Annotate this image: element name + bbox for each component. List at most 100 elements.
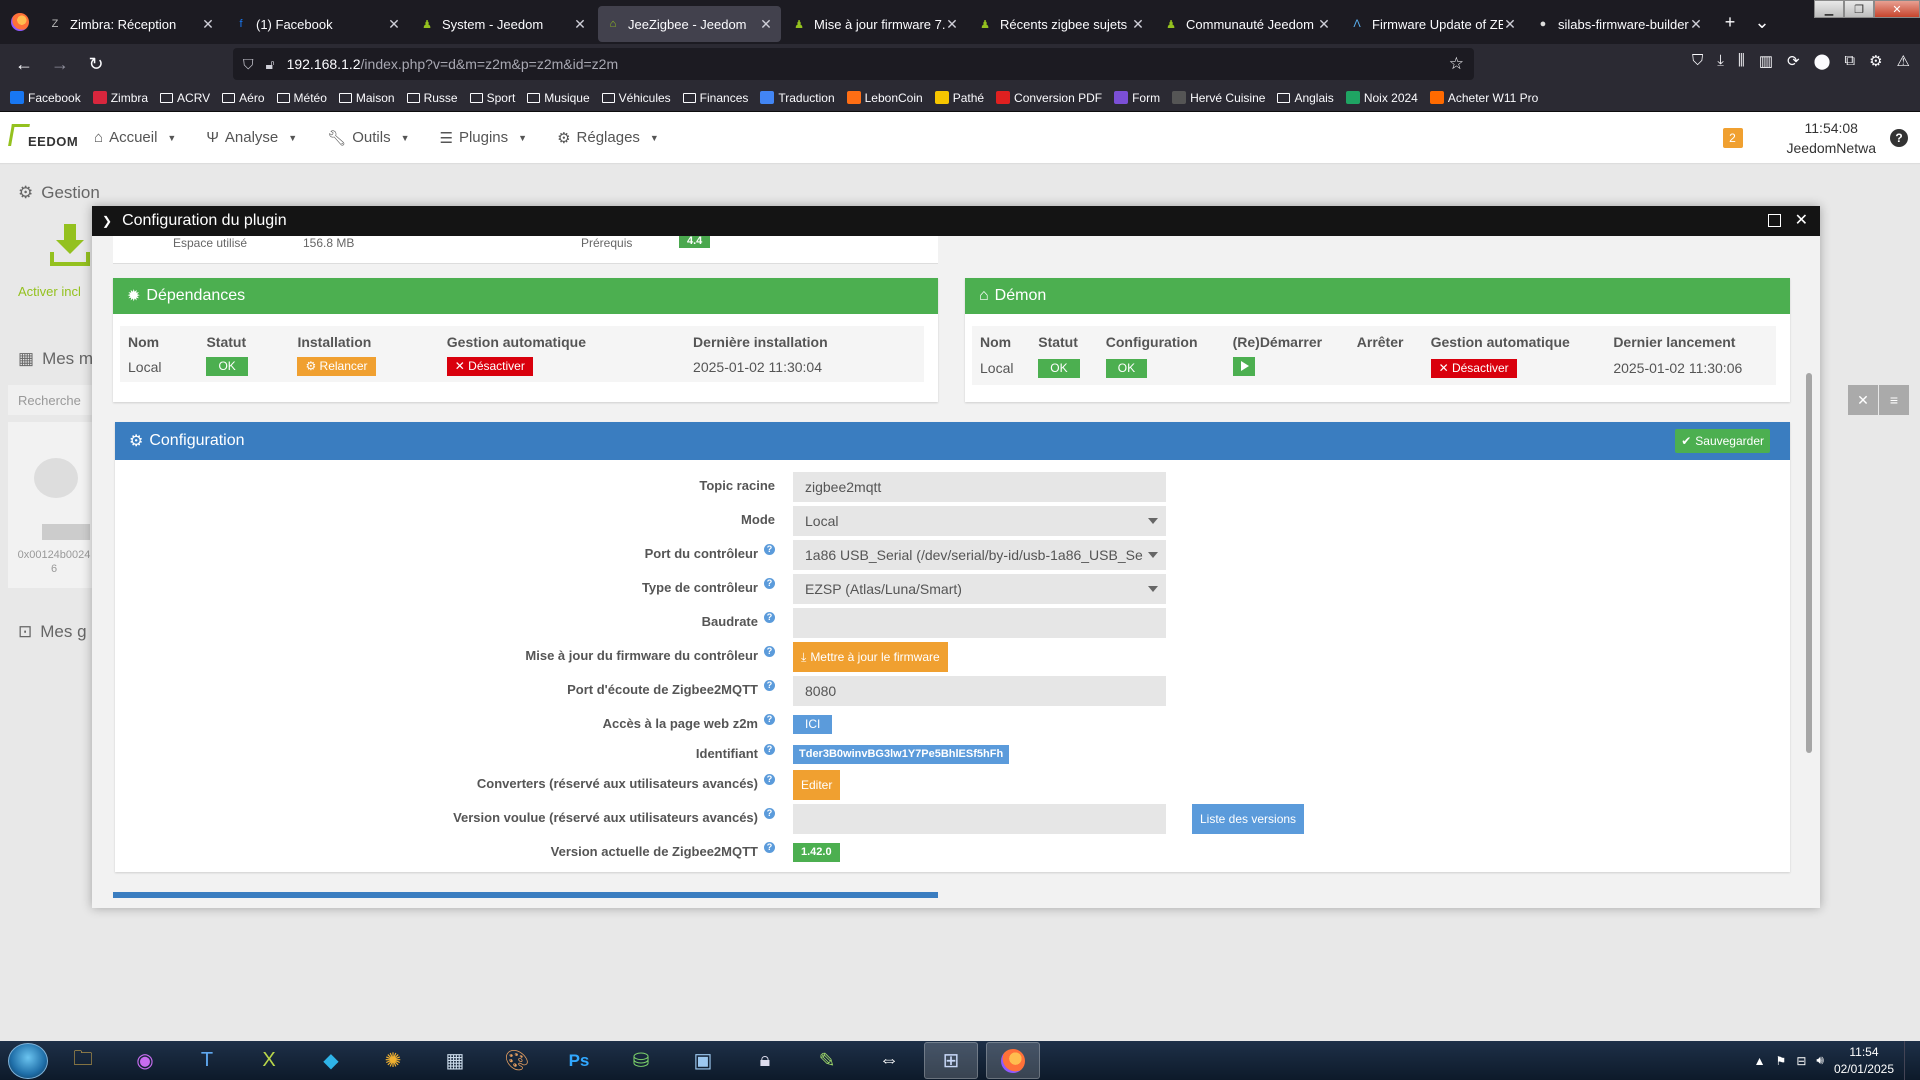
bookmark-1[interactable]: Zimbra <box>92 91 148 105</box>
downloads-icon[interactable]: ⤓ <box>1717 52 1724 70</box>
bookmark-19[interactable]: Acheter W11 Pro <box>1429 91 1538 105</box>
download-icon[interactable] <box>50 222 90 266</box>
close-tab-icon[interactable]: ✕ <box>1131 16 1145 33</box>
relancer-button[interactable]: ⚙ Relancer <box>297 357 376 376</box>
port-select[interactable]: 1a86 USB_Serial (/dev/serial/by-id/usb-1… <box>793 540 1166 570</box>
shield-icon[interactable]: ⛉ <box>243 56 254 73</box>
menu-reglages[interactable]: ⚙ Réglages ▼ <box>557 129 659 147</box>
close-tab-icon[interactable]: ✕ <box>201 16 215 33</box>
bookmark-0[interactable]: Facebook <box>10 91 81 105</box>
show-desktop-button[interactable] <box>1904 1041 1914 1080</box>
bookmark-10[interactable]: Finances <box>682 91 748 105</box>
tab-7[interactable]: Λ Firmware Update of ZB ✕ <box>1342 6 1525 42</box>
help-icon[interactable]: ? <box>764 578 775 589</box>
maximize-icon[interactable] <box>1767 214 1781 227</box>
extension-badge-icon[interactable]: ⬤ <box>1814 52 1831 70</box>
bookmark-star-icon[interactable]: ☆ <box>1449 54 1464 74</box>
baudrate-input[interactable] <box>793 608 1166 638</box>
bookmark-5[interactable]: Maison <box>338 91 395 105</box>
bookmark-7[interactable]: Sport <box>469 91 515 105</box>
maximize-button[interactable]: ❐ <box>1844 0 1874 18</box>
tab-3[interactable]: ⌂ JeeZigbee - Jeedom ✕ <box>598 6 781 42</box>
network-share-icon[interactable]: ⊞ <box>924 1042 978 1079</box>
menu-plugins[interactable]: ☰ Plugins ▼ <box>440 129 528 147</box>
close-tab-icon[interactable]: ✕ <box>1317 16 1331 33</box>
extensions-icon[interactable]: ⧉ <box>1844 52 1855 70</box>
user-name[interactable]: JeedomNetwa <box>1787 138 1877 158</box>
update-firmware-button[interactable]: ⤓ Mettre à jour le firmware <box>793 642 948 672</box>
new-tab-button[interactable]: + <box>1714 4 1746 40</box>
bookmark-16[interactable]: Hervé Cuisine <box>1172 91 1265 105</box>
firefox-taskbar-icon[interactable] <box>986 1042 1040 1079</box>
sidebar-icon[interactable]: ▥ <box>1759 52 1773 70</box>
tab-2[interactable]: ♟ System - Jeedom ✕ <box>412 6 595 42</box>
close-tab-icon[interactable]: ✕ <box>759 16 773 33</box>
remote-desktop-icon[interactable]: ▣ <box>676 1042 730 1079</box>
mask-app-icon[interactable]: ◉ <box>118 1042 172 1079</box>
help-icon[interactable]: ? <box>764 680 775 691</box>
tab-6[interactable]: ♟ Communauté Jeedom - C✕ <box>1156 6 1339 42</box>
help-icon[interactable]: ? <box>764 808 775 819</box>
close-tab-icon[interactable]: ✕ <box>387 16 401 33</box>
start-button[interactable] <box>8 1042 48 1079</box>
close-icon[interactable]: ✕ <box>1848 385 1878 415</box>
tab-0[interactable]: Z Zimbra: Réception ✕ <box>40 6 223 42</box>
tab-5[interactable]: ♟ Récents zigbee sujets - J ✕ <box>970 6 1153 42</box>
teamviewer-icon[interactable]: ⇔ <box>862 1042 916 1079</box>
bookmark-9[interactable]: Véhicules <box>601 91 671 105</box>
network-icon[interactable]: ⊟ <box>1796 1054 1806 1068</box>
reload-button[interactable]: ↻ <box>78 48 114 80</box>
back-button[interactable]: ← <box>6 48 42 80</box>
pocket-icon[interactable]: ⛉ <box>1692 52 1703 70</box>
notification-badge[interactable]: 2 <box>1722 128 1743 148</box>
bookmark-8[interactable]: Musique <box>527 91 590 105</box>
close-window-button[interactable]: ✕ <box>1874 0 1920 18</box>
bars-icon[interactable]: ≡ <box>1879 385 1909 415</box>
bookmark-14[interactable]: Conversion PDF <box>996 91 1102 105</box>
minimize-button[interactable]: ▁ <box>1814 0 1844 18</box>
text-editor-icon[interactable]: T <box>180 1042 234 1079</box>
mode-select[interactable]: Local <box>793 506 1166 536</box>
bookmark-4[interactable]: Météo <box>276 91 327 105</box>
help-icon[interactable]: ? <box>764 646 775 657</box>
close-tab-icon[interactable]: ✕ <box>1503 16 1517 33</box>
menu-outils[interactable]: 🔧︎ Outils ▼ <box>327 129 409 147</box>
close-tab-icon[interactable]: ✕ <box>573 16 587 33</box>
forward-button[interactable]: → <box>42 48 78 80</box>
photoshop-icon[interactable]: Ps <box>552 1042 606 1079</box>
menu-analyse[interactable]: Ψ Analyse ▼ <box>206 129 297 146</box>
tab-1[interactable]: f (1) Facebook ✕ <box>226 6 409 42</box>
help-icon[interactable]: ? <box>764 774 775 785</box>
version-wanted-input[interactable] <box>793 804 1166 834</box>
explorer-icon[interactable]: 🗀 <box>56 1042 110 1079</box>
search-input[interactable]: Recherche <box>8 385 98 415</box>
tab-4[interactable]: ♟ Mise à jour firmware 7.4 ✕ <box>784 6 967 42</box>
keepass-icon[interactable]: 🔒︎ <box>738 1042 792 1079</box>
modal-scrollbar[interactable] <box>1806 373 1812 753</box>
version-list-button[interactable]: Liste des versions <box>1192 804 1305 834</box>
bookmark-2[interactable]: ACRV <box>160 91 210 105</box>
dep-desactiver-button[interactable]: ✕ Désactiver <box>446 357 533 376</box>
menu-icon[interactable]: ⚠ <box>1897 52 1910 70</box>
close-tab-icon[interactable]: ✕ <box>945 16 959 33</box>
help-icon[interactable]: ? <box>764 544 775 555</box>
save-button[interactable]: ✔ Sauvegarder <box>1675 429 1770 453</box>
help-icon[interactable]: ? <box>1890 129 1908 147</box>
url-bar[interactable]: ⛉ 🔓︎ 192.168.1.2/index.php?v=d&m=z2m&p=z… <box>233 48 1474 80</box>
play-icon[interactable] <box>1232 357 1255 376</box>
jeedom-logo[interactable]: EEDOM <box>8 118 86 158</box>
type-select[interactable]: EZSP (Atlas/Luna/Smart) <box>793 574 1166 604</box>
tray-expand-icon[interactable]: ▲ <box>1754 1054 1766 1068</box>
settings-gear-icon[interactable]: ⚙ <box>1869 52 1882 70</box>
bookmark-13[interactable]: Pathé <box>934 91 984 105</box>
close-icon[interactable]: ✕ <box>1795 213 1808 229</box>
bookmark-15[interactable]: Form <box>1114 91 1160 105</box>
paint-icon[interactable]: 🎨︎ <box>490 1042 544 1079</box>
tray-clock[interactable]: 11:54 02/01/2025 <box>1834 1044 1894 1078</box>
device-card[interactable]: 0x00124b0024 6 <box>8 422 98 588</box>
demon-desactiver-button[interactable]: ✕ Désactiver <box>1430 358 1517 378</box>
listen-port-input[interactable]: 8080 <box>793 676 1166 706</box>
help-icon[interactable]: ? <box>764 744 775 755</box>
action-center-flag-icon[interactable]: ⚑ <box>1776 1054 1787 1068</box>
sun-app-icon[interactable]: ✺ <box>366 1042 420 1079</box>
